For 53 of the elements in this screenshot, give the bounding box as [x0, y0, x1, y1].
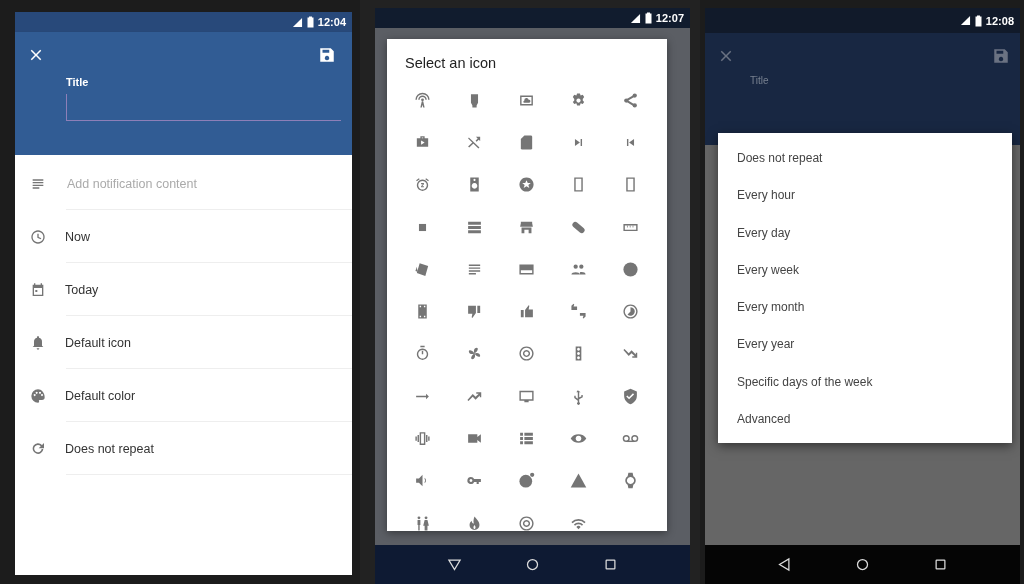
- signal-icon: [291, 16, 303, 28]
- menu-item[interactable]: Every month: [737, 289, 805, 327]
- battery-icon: [974, 14, 982, 27]
- dialog-title: Select an icon: [405, 55, 498, 71]
- battery-icon: [644, 12, 652, 24]
- home-icon[interactable]: [855, 557, 870, 572]
- menu-item[interactable]: Every year: [737, 326, 795, 364]
- menu-item[interactable]: Every day: [737, 214, 791, 252]
- clock-icon: [30, 228, 46, 245]
- share-icon[interactable]: [621, 91, 639, 109]
- setting-item[interactable]: Does not repeat: [65, 441, 154, 456]
- status-time: 12:07: [655, 12, 684, 24]
- recents-icon[interactable]: [933, 557, 949, 572]
- back-icon[interactable]: [446, 557, 462, 572]
- title-input-field[interactable]: [66, 94, 341, 121]
- setting-item[interactable]: Now: [65, 229, 90, 244]
- shield-check-icon[interactable]: [621, 387, 639, 405]
- signal-icon: [629, 12, 641, 24]
- notification-content-field[interactable]: Add notification content: [65, 175, 329, 192]
- signal-icon: [959, 15, 971, 26]
- menu-item[interactable]: Every hour: [737, 177, 796, 215]
- menu-item[interactable]: Specific days of the week: [737, 363, 873, 402]
- palette-icon: [30, 387, 46, 404]
- menu-item[interactable]: Every week: [737, 251, 800, 290]
- save-icon[interactable]: [992, 47, 1010, 65]
- setting-item[interactable]: Default icon: [65, 335, 131, 350]
- menu-item[interactable]: Advanced: [737, 401, 791, 439]
- star-badge-icon[interactable]: [517, 176, 535, 194]
- calendar-icon: [30, 281, 46, 298]
- timelapse-icon[interactable]: [621, 303, 639, 321]
- status-time: 12:08: [985, 14, 1014, 27]
- title-label: Title: [750, 75, 770, 86]
- back-icon[interactable]: [776, 557, 792, 572]
- thumb-down-icon[interactable]: [465, 303, 483, 321]
- setting-item[interactable]: Default color: [65, 388, 136, 403]
- warning-icon[interactable]: [569, 472, 587, 490]
- bell-icon: [30, 334, 46, 351]
- radar-icon[interactable]: [517, 345, 535, 363]
- radar-icon[interactable]: [517, 514, 535, 531]
- vibration-icon[interactable]: [413, 430, 431, 447]
- recents-icon[interactable]: [603, 557, 619, 572]
- home-icon[interactable]: [525, 557, 540, 572]
- cards-icon[interactable]: [413, 260, 431, 278]
- list-icon[interactable]: [517, 430, 535, 447]
- menu-item[interactable]: Does not repeat: [737, 140, 823, 178]
- setting-item[interactable]: Today: [65, 282, 99, 297]
- alarm-clock-icon[interactable]: [413, 176, 431, 194]
- title-label: Title: [66, 76, 90, 88]
- refresh-icon: [30, 440, 46, 457]
- status-time: 12:04: [317, 16, 346, 28]
- antenna-icon[interactable]: [413, 91, 431, 109]
- save-icon[interactable]: [318, 46, 336, 64]
- battery-icon: [306, 16, 314, 28]
